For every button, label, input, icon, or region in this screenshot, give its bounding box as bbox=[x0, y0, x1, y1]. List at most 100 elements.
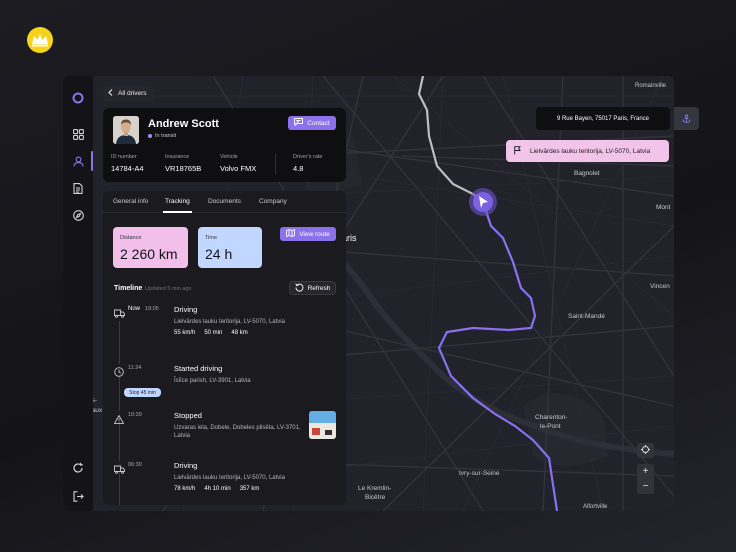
event-metrics: 55 km/h 50 min 48 km bbox=[174, 330, 248, 336]
anchor-icon bbox=[682, 110, 691, 128]
event-title: Started driving bbox=[174, 364, 223, 373]
side-rail bbox=[63, 76, 93, 511]
destination-text: Lielvārdes lauku teritorija, LV-5070, La… bbox=[530, 147, 651, 155]
fact-id-number: ID number 14784-A4 bbox=[111, 154, 144, 173]
event-time: 06:30 bbox=[128, 462, 142, 468]
metric-distance: 48 km bbox=[231, 330, 248, 336]
back-label: All drivers bbox=[118, 90, 147, 97]
avatar bbox=[113, 116, 139, 144]
timeline-updated: Updated 5 min ago bbox=[145, 286, 192, 292]
logout-icon[interactable] bbox=[63, 485, 93, 507]
zoom-in-button[interactable]: + bbox=[637, 464, 654, 479]
fact-driver-rate: Driver's rate 4.8 bbox=[293, 154, 322, 173]
status-text: In transit bbox=[155, 133, 177, 139]
view-route-label: View route bbox=[299, 230, 330, 238]
fact-value: 4.8 bbox=[293, 164, 304, 173]
metric-speed: 78 km/h bbox=[174, 486, 196, 492]
fact-value: VR18765B bbox=[165, 164, 202, 173]
fact-value: 14784-A4 bbox=[111, 164, 144, 173]
metric-speed: 55 km/h bbox=[174, 330, 196, 336]
event-title: Driving bbox=[174, 305, 198, 314]
refresh-icon bbox=[294, 282, 304, 294]
distance-label: Distance bbox=[120, 235, 142, 241]
map-label-montreuil: Mont bbox=[656, 204, 671, 211]
ring-logo-icon[interactable] bbox=[63, 87, 93, 109]
fact-label: Vehicle bbox=[220, 154, 238, 160]
map-icon bbox=[286, 228, 296, 239]
tab-company[interactable]: Company bbox=[259, 198, 287, 205]
time-card: Time 24 h bbox=[198, 227, 262, 268]
metric-duration: 50 min bbox=[204, 330, 223, 336]
refresh-icon[interactable] bbox=[63, 457, 93, 479]
event-time: Now 18:05 bbox=[128, 306, 159, 312]
contact-button[interactable]: Contact bbox=[288, 116, 336, 130]
driver-name: Andrew Scott bbox=[148, 118, 219, 130]
current-address-chip: 9 Rue Bayen, 75017 Paris, France bbox=[536, 107, 670, 130]
driver-card: Andrew Scott In transit Contact ID numbe… bbox=[103, 108, 346, 182]
grid-icon[interactable] bbox=[63, 123, 93, 145]
event-time: 10:39 bbox=[128, 412, 142, 418]
refresh-button[interactable]: Refresh bbox=[289, 281, 336, 295]
fact-vehicle: Vehicle Volvo FMX bbox=[220, 154, 256, 173]
fact-insurance: Insurance VR18765B bbox=[165, 154, 201, 173]
fact-value: Volvo FMX bbox=[220, 164, 257, 173]
user-icon[interactable] bbox=[63, 150, 93, 172]
map-label-saint-mande: Saint-Mandé bbox=[568, 313, 605, 320]
crown-icon bbox=[32, 34, 48, 47]
back-to-drivers-button[interactable]: All drivers bbox=[103, 86, 154, 101]
anchor-button[interactable] bbox=[674, 107, 699, 130]
tab-general-info[interactable]: General info bbox=[113, 198, 148, 205]
event-title: Stopped bbox=[174, 411, 202, 420]
tab-tracking[interactable]: Tracking bbox=[165, 198, 190, 205]
fact-label: Insurance bbox=[165, 154, 190, 160]
event-metrics: 78 km/h 4h 10 min 357 km bbox=[174, 486, 259, 492]
fact-label: Driver's rate bbox=[293, 154, 323, 160]
document-icon[interactable] bbox=[63, 177, 93, 199]
crosshair-icon bbox=[641, 444, 650, 457]
brand-logo bbox=[27, 27, 53, 53]
status-dot bbox=[148, 134, 152, 138]
event-address: Īslīce parish, LV-3901, Latvia bbox=[174, 378, 251, 384]
map-label-ivry: Ivry-sur-Seine bbox=[459, 470, 500, 477]
stop-photo-thumbnail[interactable] bbox=[309, 411, 336, 439]
flag-icon bbox=[514, 145, 521, 157]
app-window: Paris Romainville Bagnolet Mont Saint-Ma… bbox=[63, 76, 674, 511]
metric-distance: 357 km bbox=[239, 486, 260, 492]
event-time-value: 18:05 bbox=[145, 306, 159, 312]
contact-label: Contact bbox=[307, 119, 330, 127]
event-address: Lielvārdes lauku teritorija, LV-5070, La… bbox=[174, 475, 285, 481]
map-label-alfortville: Alfortville bbox=[583, 504, 608, 510]
warning-icon bbox=[113, 411, 125, 424]
chat-icon bbox=[294, 118, 304, 128]
event-address: Lielvārdes lauku teritorija, LV-5070, La… bbox=[174, 319, 285, 325]
distance-card: Distance 2 260 km bbox=[113, 227, 188, 268]
chevron-left-icon bbox=[108, 89, 113, 98]
now-label: Now bbox=[128, 306, 141, 312]
event-time: 11:24 bbox=[128, 365, 142, 371]
tab-documents[interactable]: Documents bbox=[208, 198, 241, 205]
tab-bar: General info Tracking Documents Company bbox=[103, 191, 346, 213]
time-value: 24 h bbox=[205, 246, 233, 262]
metric-duration: 4h 10 min bbox=[204, 486, 231, 492]
status-badge: In transit bbox=[148, 133, 176, 139]
compass-icon[interactable] bbox=[63, 204, 93, 226]
clock-icon bbox=[114, 364, 125, 377]
timeline-title: Timeline bbox=[114, 285, 143, 292]
divider bbox=[275, 154, 276, 174]
zoom-out-button[interactable]: − bbox=[637, 479, 654, 494]
tracking-panel: General info Tracking Documents Company … bbox=[103, 191, 346, 505]
time-label: Time bbox=[205, 235, 218, 241]
truck-icon bbox=[114, 305, 125, 318]
active-tab-indicator bbox=[163, 211, 192, 213]
locate-button[interactable] bbox=[637, 443, 654, 458]
destination-chip: Lielvārdes lauku teritorija, LV-5070, La… bbox=[506, 140, 669, 162]
refresh-label: Refresh bbox=[307, 284, 331, 292]
event-address: Uzvaras iela, Dobele, Dobeles pilsēta, L… bbox=[174, 425, 301, 439]
map-label-bagnolet: Bagnolet bbox=[574, 170, 600, 177]
distance-value: 2 260 km bbox=[120, 246, 178, 262]
truck-icon bbox=[114, 461, 125, 474]
view-route-button[interactable]: View route bbox=[280, 227, 336, 241]
fact-label: ID number bbox=[111, 154, 137, 160]
stop-duration-badge: Stop 45 min bbox=[124, 388, 161, 397]
event-title: Driving bbox=[174, 461, 198, 470]
